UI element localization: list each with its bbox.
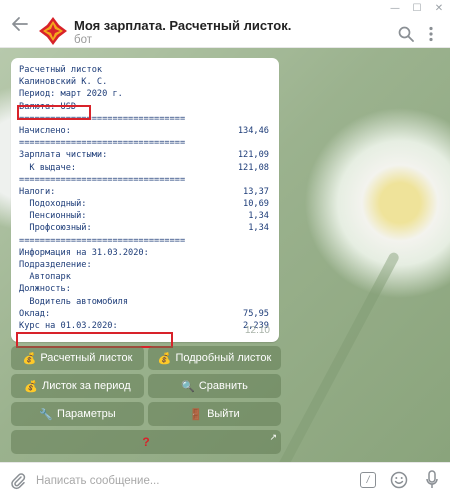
keyboard-button-label: ? (142, 435, 150, 449)
keyboard-button-label: Выйти (207, 408, 240, 420)
payslip-label: Калиновский К. С. (19, 77, 108, 88)
payslip-label: Автопарк (19, 272, 71, 283)
keyboard-button-label: Параметры (57, 408, 116, 420)
keyboard-button[interactable]: ? ↗ (11, 430, 281, 454)
keyboard-button[interactable]: 🔧 Параметры (11, 402, 144, 426)
payslip-value: 1,34 (248, 223, 269, 234)
keyboard-row: 🔧 Параметры 🚪 Выйти (11, 402, 281, 426)
keyboard-button-label: Сравнить (198, 380, 248, 392)
payslip-line: Расчетный листок (19, 64, 269, 76)
payslip-line: Информация на 31.03.2020: (19, 247, 269, 259)
payslip-line: Подразделение: (19, 259, 269, 271)
payslip-label: Зарплата чистыми: (19, 150, 108, 161)
chat-header: Моя зарплата. Расчетный листок. бот (0, 0, 450, 48)
microphone-icon[interactable] (426, 470, 438, 490)
payslip-label: ================================ (19, 235, 186, 246)
close-window-button[interactable]: ✕ (428, 0, 450, 16)
bot-command-button[interactable]: / (360, 472, 376, 488)
payslip-line: Период: март 2020 г. (19, 88, 269, 100)
payslip-line: Курс на 01.03.2020: 2,239 (19, 320, 269, 332)
keyboard-button[interactable]: 💰 Листок за период (11, 374, 144, 398)
money-bag-icon: 💰 (157, 352, 172, 365)
payslip-line: К выдаче: 121,08 (19, 162, 269, 174)
message-bubble[interactable]: Расчетный листок Калиновский К. С. Период:… (11, 58, 279, 348)
payslip-label: Оклад: (19, 308, 51, 319)
payslip-value: 121,09 (237, 150, 269, 161)
payslip-label: Должность: (19, 284, 71, 295)
maximize-button[interactable]: ☐ (406, 0, 428, 16)
door-icon: 🚪 (189, 408, 204, 421)
search-icon[interactable] (398, 26, 414, 42)
message-time: 12:10 (244, 325, 270, 336)
keyboard-button-label: Расчетный листок (40, 352, 133, 364)
payslip-line: Автопарк (19, 271, 269, 283)
keyboard-row: 💰 Расчетный листок 💰 Подробный листок (11, 346, 281, 370)
payslip-label: ================================ (19, 174, 186, 185)
payslip-line: Зарплата чистыми: 121,09 (19, 149, 269, 161)
payslip-line: Калиновский К. С. (19, 76, 269, 88)
wrench-icon: 🔧 (39, 408, 54, 421)
payslip-line: Подоходный: 10,69 (19, 198, 269, 210)
payslip-label: Курс на 01.03.2020: (19, 320, 118, 331)
payslip-label: Информация на 31.03.2020: (19, 247, 149, 258)
chat-subtitle: бот (74, 34, 92, 46)
payslip-line: ================================ (19, 235, 269, 247)
payslip-line: Профсоюзный: 1,34 (19, 222, 269, 234)
payslip-label: Водитель автомобиля (19, 296, 129, 307)
chat-title[interactable]: Моя зарплата. Расчетный листок. (74, 18, 291, 33)
payslip-label: Пенсионный: (19, 211, 87, 222)
payslip-label: Начислено: (19, 125, 71, 136)
window-controls: — ☐ ✕ (384, 0, 450, 16)
payslip-label: Подоходный: (19, 199, 87, 210)
money-bag-icon: 💰 (22, 352, 37, 365)
payslip-label: Подразделение: (19, 260, 92, 270)
keyboard-button[interactable]: 🔍 Сравнить (148, 374, 281, 398)
payslip-line: Оклад: 75,95 (19, 308, 269, 320)
attach-paperclip-icon[interactable] (10, 472, 26, 490)
wallpaper-decoration (269, 250, 401, 462)
external-link-arrow-icon: ↗ (269, 432, 277, 442)
payslip-value: 121,08 (237, 162, 269, 173)
keyboard-button[interactable]: 🚪 Выйти (148, 402, 281, 426)
payslip-line: ================================ (19, 174, 269, 186)
magnifier-icon: 🔍 (181, 380, 195, 393)
payslip-line: Налоги: 13,37 (19, 186, 269, 198)
payslip-line: Начислено: 134,46 (19, 125, 269, 137)
payslip-label: Профсоюзный: (19, 223, 92, 234)
bot-avatar[interactable] (38, 16, 68, 46)
message-composer: / (0, 462, 450, 497)
payslip-label: Налоги: (19, 186, 56, 197)
payslip-label: Расчетный листок (19, 65, 103, 75)
back-arrow-icon[interactable] (10, 14, 30, 34)
inline-keyboard: 💰 Расчетный листок 💰 Подробный листок 💰 Листо… (11, 346, 281, 458)
minimize-button[interactable]: — (384, 0, 406, 16)
keyboard-button-label: Листок за период (42, 380, 131, 392)
more-vertical-icon[interactable] (424, 26, 438, 42)
payslip-line: Водитель автомобиля (19, 296, 269, 308)
keyboard-button-label: Подробный листок (175, 352, 272, 364)
payslip-label: Период: март 2020 г. (19, 89, 123, 100)
money-bag-icon: 💰 (24, 380, 39, 393)
payslip-value: 13,37 (243, 186, 269, 197)
keyboard-row: 💰 Листок за период 🔍 Сравнить (11, 374, 281, 398)
payslip-label: ================================ (19, 138, 186, 149)
payslip-value: 10,69 (243, 199, 269, 210)
payslip-line: ================================ (19, 137, 269, 149)
payslip-line: Должность: (19, 283, 269, 295)
payslip-value: 75,95 (243, 308, 269, 319)
chat-area: Расчетный листок Калиновский К. С. Период:… (0, 48, 450, 462)
payslip-line: Пенсионный: 1,34 (19, 210, 269, 222)
emoji-icon[interactable] (390, 471, 408, 489)
payslip-label: К выдаче: (19, 162, 77, 173)
payslip-value: 1,34 (248, 211, 269, 222)
keyboard-button[interactable]: 💰 Подробный листок (148, 346, 281, 370)
keyboard-row: ? ↗ (11, 430, 281, 454)
message-input[interactable] (34, 469, 338, 493)
currency-highlight-box (17, 105, 91, 120)
payslip-value: 134,46 (237, 125, 269, 136)
keyboard-button[interactable]: 💰 Расчетный листок (11, 346, 144, 370)
